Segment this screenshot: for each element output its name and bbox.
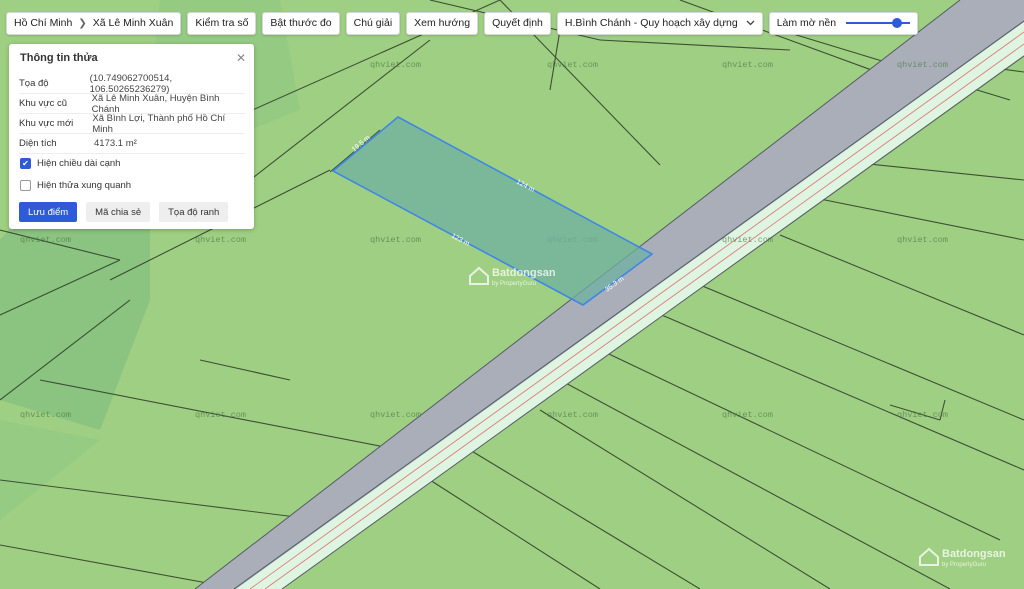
show-edge-lengths-label: Hiện chiều dài cạnh	[37, 158, 121, 169]
breadcrumb[interactable]: Hồ Chí Minh ❯ Xã Lê Minh Xuân	[6, 11, 182, 35]
watermark: qhviet.com	[547, 410, 598, 420]
decision-button[interactable]: Quyết định	[484, 11, 551, 35]
info-key: Khu vực cũ	[19, 98, 68, 109]
boundary-coords-button[interactable]: Tọa độ ranh	[159, 202, 229, 222]
watermark: qhviet.com	[897, 60, 948, 70]
watermark: qhviet.com	[897, 235, 948, 245]
brand-name: Batdongsan	[492, 267, 556, 279]
show-neighbors-label: Hiện thửa xung quanh	[37, 180, 132, 191]
info-value: Xã Lê Minh Xuân, Huyện Bình Chánh	[91, 92, 220, 115]
info-row-old-area: Khu vực cũ Xã Lê Minh Xuân, Huyện Bình C…	[19, 92, 245, 115]
watermark: qhviet.com	[195, 410, 246, 420]
watermark: qhviet.com	[722, 60, 773, 70]
breadcrumb-ward[interactable]: Xã Lê Minh Xuân	[93, 17, 174, 29]
info-value: Xã Bình Lợi, Thành phố Hồ Chí Minh	[92, 112, 226, 135]
show-edge-lengths-checkbox[interactable]: ✔ Hiện chiều dài cạnh	[20, 158, 120, 169]
info-key: Tọa độ	[19, 78, 49, 89]
legend-button[interactable]: Chú giải	[345, 11, 401, 35]
watermark: qhviet.com	[195, 235, 246, 245]
parcel-info-table: Tọa độ (10.749062700514, 106.50265236279…	[19, 72, 245, 154]
map-toolbar: Hồ Chí Minh ❯ Xã Lê Minh Xuân Kiểm tra s…	[6, 11, 919, 35]
info-key: Diện tích	[19, 138, 57, 149]
brand-sub: by PropertyGuru	[942, 562, 986, 568]
info-value: (10.749062700514, 106.50265236279)	[89, 72, 173, 95]
chevron-down-icon	[746, 20, 755, 26]
info-row-coordinates: Tọa độ (10.749062700514, 106.50265236279…	[19, 72, 245, 95]
parcel-info-panel: Thông tin thửa ✕ Tọa độ (10.749062700514…	[9, 44, 254, 229]
info-row-area-size: Diện tích 4173.1 m²	[19, 134, 245, 154]
planning-layer-select[interactable]: H.Bình Chánh - Quy hoạch xây dựng	[556, 11, 763, 35]
watermark: qhviet.com	[547, 60, 598, 70]
check-number-button[interactable]: Kiểm tra số	[187, 11, 257, 35]
watermark: qhviet.com	[370, 235, 421, 245]
info-value: 4173.1 m²	[94, 138, 137, 149]
blur-label: Làm mờ nền	[776, 17, 837, 29]
panel-title: Thông tin thửa	[20, 52, 98, 64]
chevron-right-icon: ❯	[78, 17, 87, 29]
blur-slider[interactable]	[846, 17, 911, 29]
watermark: qhviet.com	[897, 410, 948, 420]
watermark: qhviet.com	[20, 410, 71, 420]
watermark: qhviet.com	[370, 60, 421, 70]
breadcrumb-city[interactable]: Hồ Chí Minh	[14, 17, 72, 29]
blur-slider-thumb[interactable]	[892, 18, 903, 28]
checkbox-unchecked-icon[interactable]	[20, 180, 31, 191]
info-row-new-area: Khu vực mới Xã Bình Lợi, Thành phố Hồ Ch…	[19, 112, 245, 135]
show-neighbors-checkbox[interactable]: Hiện thửa xung quanh	[20, 180, 131, 191]
ruler-button[interactable]: Bật thước đo	[262, 11, 340, 35]
save-point-button[interactable]: Lưu điểm	[19, 202, 78, 222]
view-direction-button[interactable]: Xem hướng	[406, 11, 479, 35]
watermark: qhviet.com	[370, 410, 421, 420]
checkbox-checked-icon[interactable]: ✔	[20, 158, 31, 169]
share-code-button[interactable]: Mã chia sẻ	[86, 202, 151, 222]
planning-layer-value: H.Bình Chánh - Quy hoạch xây dựng	[564, 17, 738, 29]
info-key: Khu vực mới	[19, 118, 74, 129]
blur-control: Làm mờ nền	[768, 11, 919, 35]
watermark: qhviet.com	[20, 235, 71, 245]
brand-name: Batdongsan	[942, 548, 1006, 560]
brand-sub: by PropertyGuru	[492, 281, 536, 287]
close-icon[interactable]: ✕	[236, 51, 246, 65]
watermark: qhviet.com	[722, 235, 773, 245]
watermark: qhviet.com	[722, 410, 773, 420]
